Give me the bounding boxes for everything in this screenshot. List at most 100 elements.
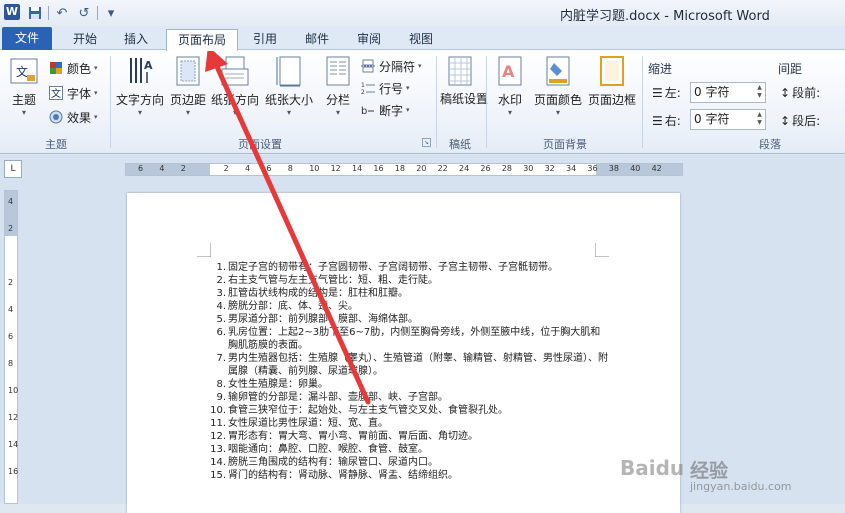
list-item[interactable]: 6. 乳房位置：上起2~3肋下至6~7肋，内侧至胸骨旁线，外侧至腋中线，位于胸大肌… <box>210 326 610 352</box>
list-item[interactable]: 1. 固定子宫的韧带有：子宫圆韧带、子宫阔韧带、子宫主韧带、子宫骶韧带。 <box>210 261 610 274</box>
list-item-text: 女性生殖腺是：卵巢。 <box>228 379 328 390</box>
redo-icon[interactable]: ↺ <box>75 4 93 22</box>
indent-left-spinner[interactable]: ▲ ▼ <box>755 84 764 101</box>
ruler-tick-label: 2 <box>8 224 14 233</box>
list-item[interactable]: 2. 右主支气管与左主支气管比：短、粗、走行陡。 <box>210 274 610 287</box>
list-item[interactable]: 13. 咽能通向：鼻腔、口腔、喉腔、食管、鼓室。 <box>210 443 610 456</box>
list-item[interactable]: 8. 女性生殖腺是：卵巢。 <box>210 378 610 391</box>
page-borders-icon <box>597 54 627 88</box>
svg-text:A: A <box>144 59 153 72</box>
spacing-before-label[interactable]: ↕ 段前: <box>780 84 820 101</box>
columns-icon <box>323 54 353 88</box>
ruler-tick-label: 4 <box>245 164 251 173</box>
list-item-number: 13. <box>210 444 226 455</box>
list-item-number: 4. <box>216 301 226 312</box>
watermark-button[interactable]: A 水印 ▾ <box>492 54 528 134</box>
question-list[interactable]: 1. 固定子宫的韧带有：子宫圆韧带、子宫阔韧带、子宫主韧带、子宫骶韧带。 2. 右主支… <box>210 261 610 482</box>
list-item[interactable]: 14. 膀胱三角围成的结构有：输尿管口、尿道内口。 <box>210 456 610 469</box>
quick-access-toolbar: ↶ ↺ ▾ <box>26 4 120 22</box>
tab-file[interactable]: 文件 <box>2 27 52 50</box>
tab-mailings[interactable]: 邮件 <box>296 29 338 50</box>
list-item-text: 女性尿道比男性尿道：短、宽、直。 <box>228 418 388 429</box>
ruler-tick-label: 10 <box>309 164 320 173</box>
ruler-tick-label: 38 <box>608 164 619 173</box>
list-item[interactable]: 15. 肾门的结构有：肾动脉、肾静脉、肾盂、结缔组织。 <box>210 469 610 482</box>
ruler-tick-label: 24 <box>459 164 470 173</box>
breaks-icon <box>360 58 376 74</box>
columns-button[interactable]: 分栏 ▾ <box>318 54 358 134</box>
fonts-icon: 文 <box>48 85 64 101</box>
horizontal-ruler[interactable]: 6 4 2 2 4 6 8 10 12 14 16 18 20 22 24 26 28 30 32 34 36 38 40 4… <box>125 163 683 176</box>
list-item[interactable]: 3. 肛管齿状线构成的结构是：肛柱和肛瓣。 <box>210 287 610 300</box>
list-item-number: 10. <box>210 405 226 416</box>
vertical-ruler[interactable]: 4 2 2 4 6 8 10 12 14 16 <box>4 190 18 504</box>
themes-icon: 文 <box>9 54 39 88</box>
tab-view[interactable]: 视图 <box>400 29 442 50</box>
list-item-text: 乳房位置：上起2~3肋下至6~7肋，内侧至胸骨旁线，外侧至腋中线，位于胸大肌和胸… <box>228 327 601 351</box>
svg-text:A: A <box>502 62 515 81</box>
themes-button[interactable]: 文 主题 ▾ <box>4 54 44 134</box>
list-item-number: 1. <box>216 262 226 273</box>
hyphenation-button[interactable]: b 断字 ▾ <box>360 100 410 120</box>
size-button[interactable]: 纸张大小 ▾ <box>262 54 316 134</box>
list-item-number: 6. <box>216 327 226 338</box>
word-app-icon[interactable]: W <box>4 4 20 20</box>
svg-text:文: 文 <box>16 64 28 79</box>
group-label-themes: 主题 <box>45 138 67 151</box>
list-item[interactable]: 7. 男内生殖器包括：生殖腺（睾丸）、生殖管道（附睾、输精管、射精管、男性尿道）、… <box>210 352 610 378</box>
indent-left-input[interactable]: 0 字符 ▲ ▼ <box>690 82 766 103</box>
list-item[interactable]: 12. 胃形态有：胃大弯、胃小弯、胃前面、胃后面、角切迹。 <box>210 430 610 443</box>
watermark-url: jingyan.baidu.com <box>690 480 792 493</box>
draft-paper-setup-button[interactable]: 稿纸设置 <box>440 54 488 134</box>
svg-text:b: b <box>361 106 367 117</box>
spacing-after-label[interactable]: ↕ 段后: <box>780 112 820 129</box>
list-item[interactable]: 5. 男尿道分部：前列腺部、膜部、海绵体部。 <box>210 313 610 326</box>
customize-qat-icon[interactable]: ▾ <box>102 4 120 22</box>
qat-separator <box>97 6 98 20</box>
list-item[interactable]: 10. 食管三狭窄位于：起始处、与左主支气管交叉处、食管裂孔处。 <box>210 404 610 417</box>
tab-review[interactable]: 审阅 <box>348 29 390 50</box>
indent-heading: 缩进 <box>648 62 673 76</box>
theme-effects-button[interactable]: 效果 ▾ <box>48 107 98 127</box>
group-label-draft-paper: 稿纸 <box>449 138 471 151</box>
qat-separator <box>48 6 49 20</box>
ribbon-tab-bar: 文件 开始 插入 页面布局 引用 邮件 审阅 视图 <box>0 26 845 51</box>
page-setup-launcher-icon[interactable]: ↘ <box>422 138 431 147</box>
group-separator <box>110 56 111 148</box>
list-item-text: 肾门的结构有：肾动脉、肾静脉、肾盂、结缔组织。 <box>228 470 458 481</box>
list-item[interactable]: 11. 女性尿道比男性尿道：短、宽、直。 <box>210 417 610 430</box>
text-direction-button[interactable]: A 文字方向 ▾ <box>114 54 166 134</box>
indent-right-input[interactable]: 0 字符 ▲ ▼ <box>690 109 766 130</box>
save-icon[interactable] <box>26 4 44 22</box>
margins-button[interactable]: 页边距 ▾ <box>168 54 208 134</box>
theme-colors-button[interactable]: 颜色 ▾ <box>48 58 98 78</box>
theme-fonts-button[interactable]: 文 字体 ▾ <box>48 83 98 103</box>
list-item[interactable]: 9. 输卵管的分部是：漏斗部、壶腹部、峡、子宫部。 <box>210 391 610 404</box>
indent-right-spinner[interactable]: ▲ ▼ <box>755 111 764 128</box>
svg-text:1: 1 <box>361 82 365 89</box>
spacing-heading: 间距 <box>778 62 803 76</box>
orientation-button[interactable]: 纸张方向 ▾ <box>210 54 260 134</box>
list-item-text: 膀胱三角围成的结构有：输尿管口、尿道内口。 <box>228 457 438 468</box>
tab-page-layout[interactable]: 页面布局 <box>166 29 238 51</box>
undo-icon[interactable]: ↶ <box>53 4 71 22</box>
tab-insert[interactable]: 插入 <box>112 29 160 50</box>
ruler-tick-label: 4 <box>8 305 14 314</box>
indent-right-icon: ☰ <box>652 113 663 128</box>
ruler-tick-label: 6 <box>266 164 272 173</box>
svg-text:2: 2 <box>361 89 365 95</box>
page-borders-button[interactable]: 页面边框 <box>586 54 638 134</box>
line-numbers-button[interactable]: 12 行号 ▾ <box>360 78 410 98</box>
ruler-tick-label: 36 <box>587 164 598 173</box>
page-color-button[interactable]: 页面颜色 ▾ <box>530 54 586 134</box>
tab-home[interactable]: 开始 <box>60 29 110 50</box>
tab-selector-icon[interactable]: L <box>4 160 22 178</box>
tab-references[interactable]: 引用 <box>244 29 286 50</box>
breaks-button[interactable]: 分隔符 ▾ <box>360 56 422 76</box>
crop-mark-top-left <box>197 243 211 257</box>
ruler-tick-label: 28 <box>501 164 512 173</box>
list-item-number: 2. <box>216 275 226 286</box>
ruler-tick-label: 4 <box>8 197 14 206</box>
list-item[interactable]: 4. 膀胱分部：底、体、颈、尖。 <box>210 300 610 313</box>
list-item-number: 7. <box>216 353 226 364</box>
